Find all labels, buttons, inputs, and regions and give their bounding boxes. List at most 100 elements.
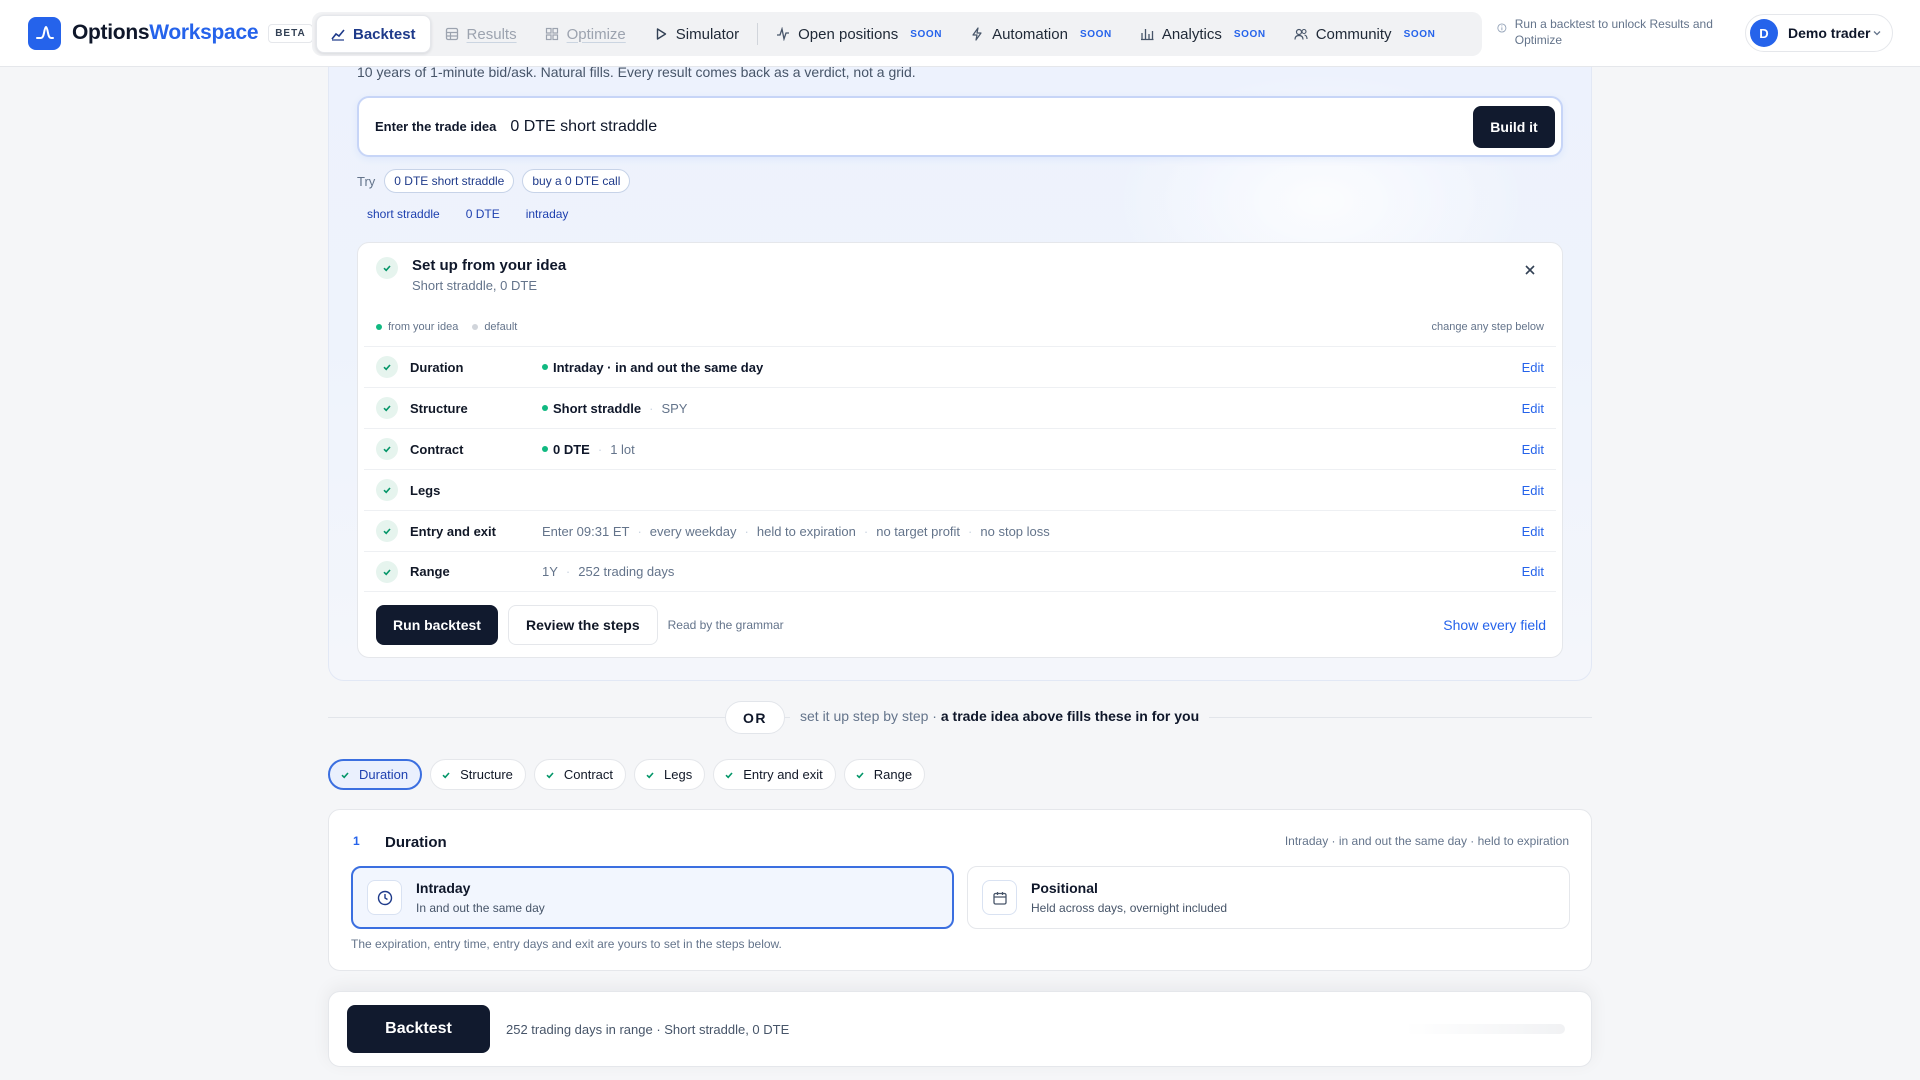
check-icon	[376, 479, 398, 501]
value-separator: ·	[968, 523, 973, 539]
users-icon	[1294, 28, 1308, 40]
step-value: Intraday · in and out the same day	[553, 359, 764, 375]
tab-label: Results	[466, 25, 517, 43]
step-name: Contract	[410, 441, 464, 457]
backtest-button[interactable]: Backtest	[347, 1005, 490, 1053]
suggestion-chip[interactable]: buy a 0 DTE call	[522, 169, 631, 193]
table-icon	[445, 27, 458, 41]
value-separator: ·	[597, 441, 603, 457]
edit-link[interactable]: Edit	[1522, 564, 1544, 579]
from-idea-dot	[376, 324, 382, 330]
step-values: Intraday · in and out the same day	[542, 360, 1522, 375]
tab-backtest[interactable]: Backtest	[316, 15, 431, 53]
step-pill-structure[interactable]: Structure	[430, 759, 526, 790]
step-value: no target profit	[876, 523, 961, 539]
step-pill-entry-exit[interactable]: Entry and exit	[713, 759, 836, 790]
step-number: 1	[353, 834, 360, 848]
run-backtest-button[interactable]: Run backtest	[376, 605, 498, 645]
step-pill-range[interactable]: Range	[843, 759, 926, 790]
bottom-action-bar: Backtest 252 trading days in range · Sho…	[328, 991, 1592, 1067]
grid-icon	[545, 27, 558, 41]
pill-label: Range	[873, 767, 913, 782]
parsed-tags: short straddle 0 DTE intraday	[367, 207, 594, 221]
close-icon[interactable]	[1524, 263, 1536, 281]
top-navigation-bar: OptionsWorkspace BETA Backtest Results O…	[0, 0, 1920, 67]
step-name: Duration	[410, 359, 464, 375]
step-value: no stop loss	[980, 523, 1050, 539]
or-caption-plain: set it up step by step ·	[800, 708, 941, 724]
user-menu[interactable]: D Demo trader	[1745, 14, 1893, 52]
step-row-duration: Duration Intraday · in and out the same …	[364, 346, 1556, 387]
faded-placeholder	[1405, 1024, 1565, 1034]
chart-line-icon	[331, 29, 345, 41]
setup-title: Set up from your idea	[412, 257, 567, 274]
check-icon	[442, 771, 450, 778]
pill-label: Duration	[359, 767, 409, 782]
step-pill-legs[interactable]: Legs	[634, 759, 706, 790]
step-values: Short straddle · SPY	[542, 401, 1522, 416]
step-row-entry-exit: Entry and exit Enter 09:31 ET · every we…	[364, 510, 1556, 551]
parsed-tag[interactable]: 0 DTE	[466, 207, 500, 221]
tab-automation[interactable]: Automation SOON	[956, 15, 1126, 53]
suggestion-chip[interactable]: 0 DTE short straddle	[384, 169, 515, 193]
check-icon	[646, 771, 654, 778]
check-icon	[725, 771, 733, 778]
step-values: 0 DTE · 1 lot	[542, 442, 1522, 457]
tab-label: Optimize	[566, 25, 626, 43]
tab-optimize[interactable]: Optimize	[531, 15, 640, 53]
tab-results[interactable]: Results	[431, 15, 531, 53]
tab-label: Simulator	[675, 25, 740, 43]
edit-link[interactable]: Edit	[1522, 524, 1544, 539]
review-steps-button[interactable]: Review the steps	[508, 605, 658, 645]
tab-open-positions[interactable]: Open positions SOON	[762, 15, 956, 53]
edit-link[interactable]: Edit	[1522, 360, 1544, 375]
step-values: Enter 09:31 ET · every weekday · held to…	[542, 524, 1522, 539]
from-idea-dot	[542, 446, 548, 452]
tab-label: Community	[1315, 25, 1392, 43]
play-icon	[656, 28, 666, 40]
step-pill-contract[interactable]: Contract	[533, 759, 627, 790]
check-icon	[546, 771, 554, 778]
or-badge: OR	[725, 701, 785, 734]
tab-community[interactable]: Community SOON	[1280, 15, 1450, 53]
step-row-range: Range 1Y · 252 trading days Edit	[364, 551, 1556, 592]
legend-label: from your idea	[388, 321, 459, 333]
step-pill-duration[interactable]: Duration	[328, 759, 423, 790]
step-value: 252 trading days	[578, 564, 675, 579]
step-value: held to expiration	[756, 523, 856, 539]
step-values: 1Y · 252 trading days	[542, 564, 1522, 579]
trade-idea-input[interactable]	[510, 117, 1473, 136]
brand[interactable]: OptionsWorkspace BETA	[28, 16, 313, 50]
setup-header: Set up from your idea Short straddle, 0 …	[376, 257, 566, 293]
duration-title: Duration	[385, 834, 447, 851]
edit-link[interactable]: Edit	[1522, 401, 1544, 416]
soon-badge: SOON	[1403, 28, 1436, 40]
soon-badge: SOON	[1079, 28, 1112, 40]
main-tabs: Backtest Results Optimize Simulator Open…	[312, 12, 1482, 56]
pill-label: Entry and exit	[743, 767, 823, 782]
build-it-button[interactable]: Build it	[1473, 105, 1555, 148]
parsed-tag[interactable]: short straddle	[367, 207, 440, 221]
pill-label: Legs	[664, 767, 693, 782]
avatar: D	[1750, 19, 1778, 47]
parsed-tag[interactable]: intraday	[526, 207, 569, 221]
value-separator: ·	[649, 400, 654, 416]
step-row-legs: Legs Edit	[364, 469, 1556, 510]
duration-note: The expiration, entry time, entry days a…	[351, 937, 782, 951]
tab-simulator[interactable]: Simulator	[640, 15, 753, 53]
check-icon	[376, 257, 398, 279]
option-positional[interactable]: Positional Held across days, overnight i…	[967, 866, 1570, 929]
step-name: Range	[410, 564, 450, 579]
option-intraday[interactable]: Intraday In and out the same day	[351, 866, 954, 929]
show-every-field-link[interactable]: Show every field	[1443, 617, 1546, 633]
edit-link[interactable]: Edit	[1522, 442, 1544, 457]
locked-tabs-tip: Run a backtest to unlock Results and Opt…	[1497, 16, 1717, 48]
calendar-icon	[982, 880, 1017, 915]
check-icon	[341, 771, 349, 778]
tab-analytics[interactable]: Analytics SOON	[1126, 15, 1280, 53]
step-pills: Duration Structure Contract Legs Entry a…	[328, 759, 933, 790]
edit-link[interactable]: Edit	[1522, 483, 1544, 498]
option-subtitle: Held across days, overnight included	[1031, 901, 1228, 915]
logo-icon	[28, 16, 61, 50]
value-separator: ·	[637, 523, 642, 539]
